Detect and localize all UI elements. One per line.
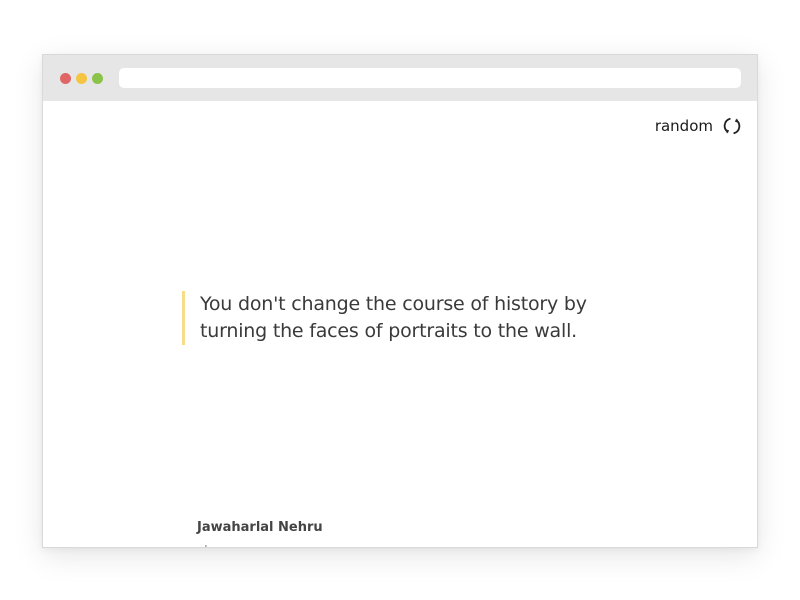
minimize-window-dot[interactable] bbox=[76, 73, 87, 84]
browser-window: random You don't change the course of hi… bbox=[42, 54, 758, 548]
maximize-window-dot[interactable] bbox=[92, 73, 103, 84]
random-label: random bbox=[654, 117, 713, 135]
quote-block: You don't change the course of history b… bbox=[182, 291, 640, 345]
page-content: random You don't change the course of hi… bbox=[43, 101, 757, 547]
random-quote-button[interactable]: random bbox=[655, 115, 743, 137]
refresh-icon bbox=[723, 117, 741, 135]
address-bar[interactable] bbox=[119, 68, 741, 88]
close-window-dot[interactable] bbox=[60, 73, 71, 84]
quote-text: You don't change the course of history b… bbox=[200, 293, 587, 342]
author-name: Jawaharlal Nehru bbox=[197, 520, 323, 535]
change-author-link[interactable]: change bbox=[197, 544, 245, 547]
title-bar bbox=[43, 55, 757, 101]
